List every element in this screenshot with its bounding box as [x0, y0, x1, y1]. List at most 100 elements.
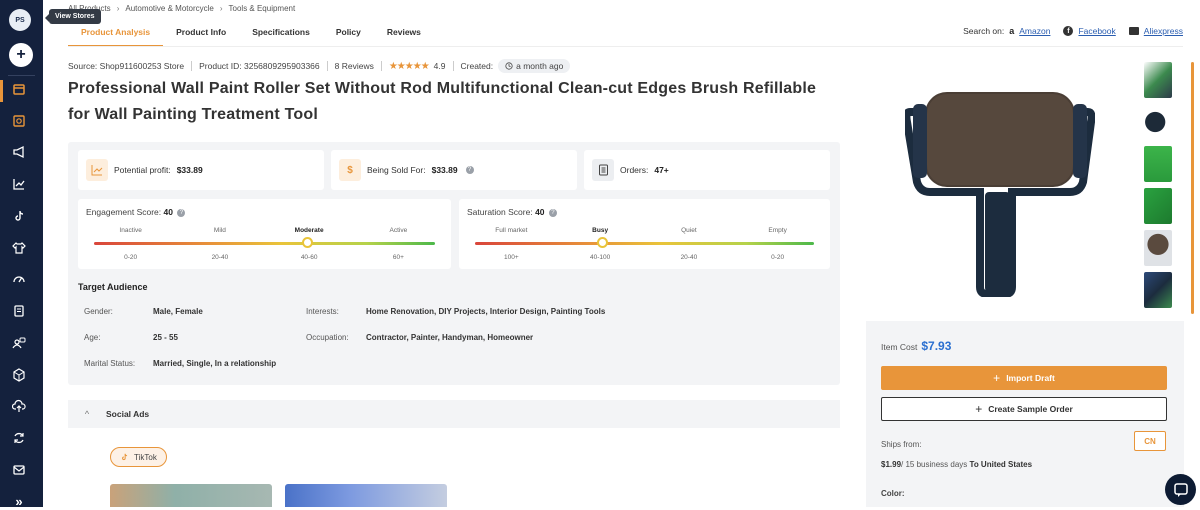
- tab-product-info[interactable]: Product Info: [163, 21, 239, 47]
- range-label: 20-40: [680, 254, 698, 261]
- plus-icon: +: [975, 402, 983, 416]
- thumbnail[interactable]: [1144, 146, 1172, 182]
- reviews-count[interactable]: 8 Reviews: [335, 61, 374, 71]
- help-icon[interactable]: ?: [177, 208, 186, 217]
- thumbnail[interactable]: [1144, 272, 1172, 308]
- created-value: a month ago: [516, 61, 564, 71]
- orders-label: Orders:: [620, 165, 649, 175]
- help-icon[interactable]: ?: [465, 166, 474, 174]
- chevron-up-icon[interactable]: ^: [80, 407, 94, 421]
- age-label: Age:: [84, 333, 101, 342]
- user-chat-icon: [12, 337, 26, 349]
- sidebar-item-tiktok[interactable]: [10, 207, 28, 225]
- meta-divider: [326, 61, 328, 71]
- ad-thumbnail[interactable]: [110, 484, 272, 507]
- tab-specifications[interactable]: Specifications: [239, 21, 323, 47]
- help-icon[interactable]: ?: [548, 208, 557, 217]
- created-label: Created:: [460, 61, 494, 71]
- sidebar-divider: [8, 75, 35, 76]
- tooltip-view-stores: View Stores: [45, 9, 101, 24]
- gender-label: Gender:: [84, 307, 113, 316]
- profit-value: $33.89: [176, 165, 203, 175]
- engagement-ranges: 0-20 20-40 40-60 60+: [86, 254, 443, 261]
- sidebar-item-orders[interactable]: [10, 302, 28, 320]
- sidebar-item-apparel[interactable]: [10, 239, 28, 257]
- sidebar: PS + »: [0, 0, 43, 510]
- expand-sidebar-button[interactable]: »: [10, 492, 28, 510]
- orders-card: Orders: 47+: [584, 150, 830, 190]
- tab-bar: Product Analysis Product Info Specificat…: [68, 21, 434, 47]
- target-audience-title: Target Audience: [78, 282, 148, 292]
- being-sold-for-card: $ Being Sold For: $33.89 ?: [331, 150, 577, 190]
- amazon-link[interactable]: Amazon: [1019, 26, 1050, 36]
- star-rating-icon: ★★★★★: [388, 60, 430, 72]
- social-ads-title: Social Ads: [106, 409, 150, 419]
- tab-product-analysis[interactable]: Product Analysis: [68, 21, 164, 47]
- sidebar-item-upload[interactable]: [10, 397, 28, 415]
- thumbnail[interactable]: [1144, 188, 1172, 224]
- tiktok-filter-chip[interactable]: TikTok: [110, 447, 167, 467]
- amazon-icon: a: [1009, 26, 1015, 36]
- product-id: Product ID: 3256809295903366: [199, 61, 320, 71]
- avatar[interactable]: PS: [9, 9, 31, 31]
- product-main-image: [905, 92, 1095, 297]
- thumbnail[interactable]: [1144, 104, 1172, 140]
- sidebar-item-research[interactable]: [10, 112, 28, 130]
- sidebar-item-stores[interactable]: [10, 80, 28, 98]
- search-on-label: Search on:: [963, 26, 1005, 36]
- dollar-icon: $: [339, 159, 361, 181]
- engagement-gradient-bar: [94, 242, 435, 245]
- tiktok-icon: [122, 453, 128, 461]
- level-label-selected: Busy: [592, 227, 609, 234]
- shipping-info: $1.99/ 15 business days To United States: [881, 460, 1032, 469]
- document-icon: [14, 305, 24, 317]
- clock-icon: [505, 62, 513, 70]
- gauge-icon: [13, 276, 25, 283]
- item-cost-label: Item Cost: [881, 342, 918, 352]
- source-store: Source: Shop911600253 Store: [68, 61, 185, 71]
- saturation-gradient-bar: [475, 242, 814, 245]
- sidebar-item-influencers[interactable]: [10, 334, 28, 352]
- social-ads-header[interactable]: ^ Social Ads: [68, 400, 840, 428]
- ships-from-country-button[interactable]: CN: [1134, 431, 1166, 451]
- range-label: 40-60: [300, 254, 318, 261]
- facebook-link[interactable]: Facebook: [1078, 26, 1115, 36]
- create-sample-order-button[interactable]: + Create Sample Order: [881, 397, 1167, 421]
- aliexpress-link[interactable]: Aliexpress: [1144, 26, 1183, 36]
- plus-icon: +: [993, 371, 1001, 385]
- level-label: Quiet: [681, 227, 697, 234]
- saturation-knob: [596, 237, 608, 248]
- tab-policy[interactable]: Policy: [323, 21, 374, 47]
- chart-icon: [13, 179, 25, 190]
- create-sample-order-label: Create Sample Order: [988, 404, 1073, 414]
- ship-destination: To United States: [969, 460, 1033, 469]
- range-label: 100+: [504, 254, 519, 261]
- thumbnail[interactable]: [1144, 62, 1172, 98]
- aliexpress-icon: [1128, 27, 1139, 35]
- sidebar-item-products[interactable]: [10, 366, 28, 384]
- tab-reviews[interactable]: Reviews: [374, 21, 434, 47]
- thumbnail-scrollbar[interactable]: [1191, 62, 1194, 314]
- meta-divider: [380, 61, 382, 71]
- receipt-icon: [592, 159, 614, 181]
- range-label: 0-20: [771, 254, 785, 261]
- potential-profit-card: Potential profit: $33.89: [78, 150, 324, 190]
- buy-panel: Item Cost $7.93 + Import Draft + Create …: [866, 321, 1184, 507]
- ships-from-label: Ships from:: [881, 440, 922, 449]
- sidebar-item-sync[interactable]: [10, 429, 28, 447]
- product-title: Professional Wall Paint Roller Set Witho…: [68, 80, 817, 123]
- occupation-value: Contractor, Painter, Handyman, Homeowner: [366, 333, 534, 342]
- ad-thumbnail[interactable]: [285, 484, 447, 507]
- breadcrumb-item-category[interactable]: Automotive & Motorcycle: [125, 4, 213, 13]
- chat-button[interactable]: [1165, 474, 1196, 505]
- ship-price: $1.99: [881, 460, 902, 469]
- sidebar-item-ads[interactable]: [10, 143, 28, 161]
- sidebar-item-analytics[interactable]: [10, 175, 28, 193]
- import-draft-button[interactable]: + Import Draft: [881, 366, 1167, 390]
- sidebar-item-mail[interactable]: [10, 461, 28, 479]
- sold-value: $33.89: [431, 165, 458, 175]
- breadcrumb-item-subcategory[interactable]: Tools & Equipment: [229, 4, 296, 13]
- add-button[interactable]: +: [9, 43, 33, 67]
- sidebar-item-dashboard[interactable]: [10, 270, 28, 288]
- thumbnail[interactable]: [1144, 230, 1172, 266]
